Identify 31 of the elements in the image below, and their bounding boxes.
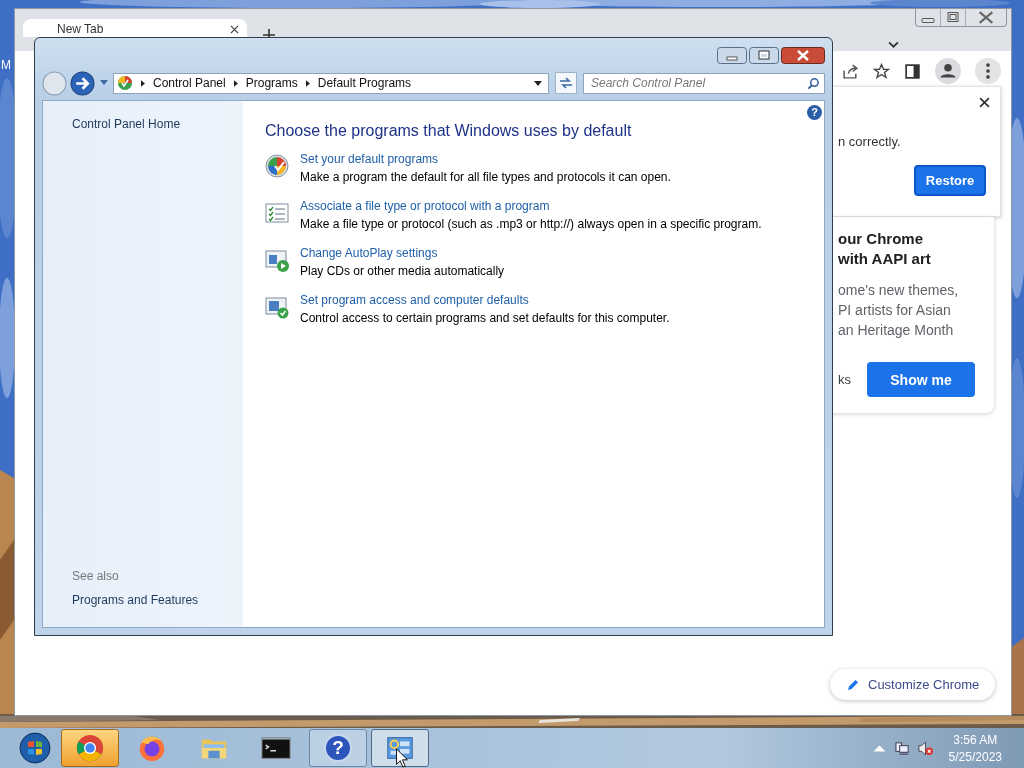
browser-tab[interactable]: New Tab <box>23 19 247 37</box>
search-field[interactable]: Search Control Panel <box>583 72 825 94</box>
promo-text: ome's new themes, <box>838 281 960 300</box>
restore-button[interactable]: Restore <box>914 165 986 196</box>
task-link[interactable]: Set your default programs <box>300 152 671 166</box>
promo-text: PI artists for Asian <box>838 301 952 320</box>
task-description: Make a file type or protocol (such as .mp3 or http://) always open in a specific program. <box>300 217 762 231</box>
task-description: Control access to certain programs and set defaults for this computer. <box>300 311 670 325</box>
breadcrumb-item[interactable]: Programs <box>245 76 298 90</box>
address-bar[interactable]: Control Panel Programs Default Programs <box>113 72 549 94</box>
task-link[interactable]: Associate a file type or protocol with a program <box>300 199 762 213</box>
help-icon[interactable]: ? <box>807 105 822 120</box>
taskbar-button[interactable]: ? <box>309 729 367 767</box>
promo-title: with AAPI art <box>838 249 932 269</box>
breadcrumb-item[interactable]: Default Programs <box>317 76 412 90</box>
help-icon: ? <box>324 734 352 762</box>
task-link[interactable]: Set program access and computer defaults <box>300 293 670 307</box>
sidebar-link[interactable]: Control Panel Home <box>72 117 181 131</box>
popup-message: n correctly. <box>838 134 902 149</box>
breadcrumb-item[interactable]: Control Panel <box>153 76 226 90</box>
page-heading: Choose the programs that Windows uses by default <box>265 122 633 140</box>
see-also-heading: See also <box>72 569 119 583</box>
show-me-button[interactable]: Show me <box>867 362 975 397</box>
customize-chrome-button[interactable]: Customize Chrome <box>830 669 995 700</box>
task-link[interactable]: Change AutoPlay settings <box>300 246 505 260</box>
promo-title: our Chrome <box>838 229 924 249</box>
promo-link[interactable]: ks <box>838 372 851 387</box>
sidebar-link[interactable]: Programs and Features <box>72 593 199 607</box>
promo-text: an Heritage Month <box>838 321 955 340</box>
task-description: Make a program the default for all file types and protocols it can open. <box>300 170 671 184</box>
task-description: Play CDs or other media automatically <box>300 264 505 278</box>
